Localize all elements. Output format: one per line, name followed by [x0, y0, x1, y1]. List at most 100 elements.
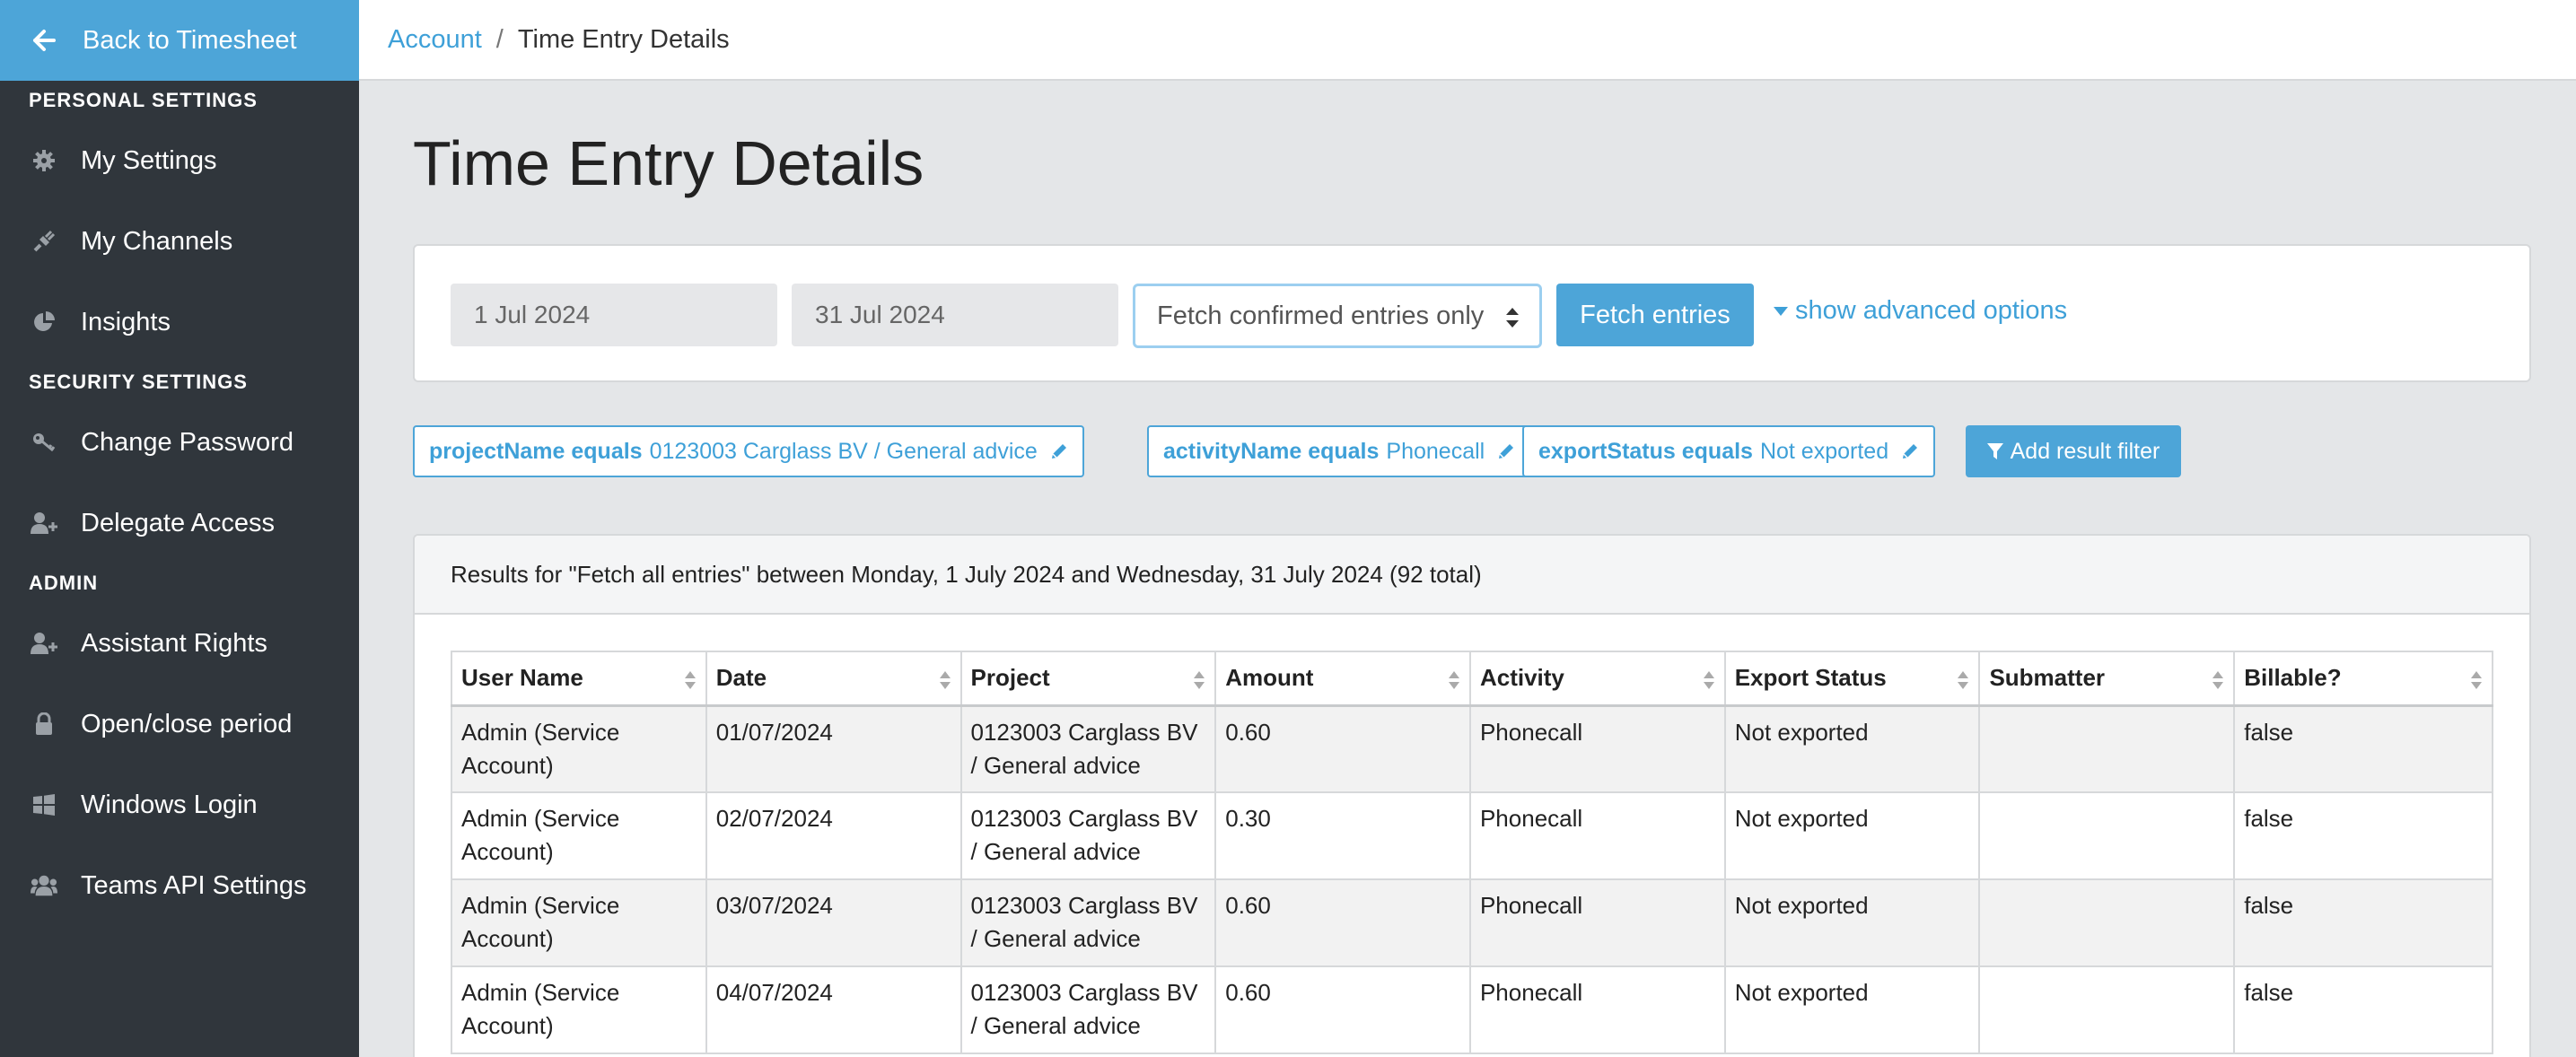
filter-icon: [1986, 442, 2003, 460]
gear-icon: [31, 147, 57, 174]
breadcrumb-separator: /: [495, 24, 504, 54]
column-header-user-name[interactable]: User Name: [451, 651, 707, 707]
section-title-personal: PERSONAL SETTINGS: [29, 89, 258, 111]
back-to-timesheet-button[interactable]: Back to Timesheet: [0, 0, 359, 81]
cell-export-status: Not exported: [1723, 965, 1981, 1054]
sort-icon: [1703, 668, 1715, 696]
column-header-project[interactable]: Project: [959, 651, 1217, 707]
table-row[interactable]: Admin (Service Account) 04/07/2024 01230…: [451, 965, 2493, 1054]
table-row[interactable]: Admin (Service Account) 02/07/2024 01230…: [451, 791, 2493, 880]
add-result-filter-label: Add result filter: [2010, 438, 2160, 464]
breadcrumb-current: Time Entry Details: [517, 24, 730, 54]
end-date-input[interactable]: 31 Jul 2024: [792, 284, 1118, 346]
section-title-security: SECURITY SETTINGS: [29, 371, 248, 393]
cell-activity: Phonecall: [1468, 791, 1726, 880]
sidebar: Back to Timesheet PERSONAL SETTINGS My S…: [0, 0, 359, 1057]
results-summary: Results for "Fetch all entries" between …: [415, 536, 2529, 615]
sidebar-item-teams-api-settings[interactable]: Teams API Settings: [0, 845, 359, 926]
advanced-options-label: show advanced options: [1795, 296, 2068, 325]
cell-date: 01/07/2024: [705, 704, 962, 793]
sidebar-item-label: My Channels: [81, 226, 233, 256]
sidebar-item-my-channels[interactable]: My Channels: [0, 201, 359, 282]
pencil-icon[interactable]: [1497, 442, 1515, 460]
cell-billable: false: [2233, 878, 2493, 967]
page-title: Time Entry Details: [413, 128, 924, 198]
pencil-icon[interactable]: [1901, 442, 1919, 460]
windows-icon: [31, 791, 57, 818]
cell-project: 0123003 Carglass BV / General advice: [959, 791, 1217, 880]
cell-user: Admin (Service Account): [451, 791, 707, 880]
sidebar-item-insights[interactable]: Insights: [0, 282, 359, 363]
caret-down-icon: [1774, 306, 1788, 316]
fetch-mode-value: Fetch confirmed entries only: [1157, 301, 1485, 330]
cell-submatter: [1978, 791, 2236, 880]
sidebar-item-change-password[interactable]: Change Password: [0, 402, 359, 483]
sidebar-item-open-close-period[interactable]: Open/close period: [0, 684, 359, 764]
filter-field: exportStatus equals: [1538, 438, 1753, 464]
sidebar-item-delegate-access[interactable]: Delegate Access: [0, 483, 359, 563]
back-to-timesheet-label: Back to Timesheet: [83, 25, 297, 55]
filter-value: Phonecall: [1386, 438, 1485, 464]
column-label: Billable?: [2244, 664, 2342, 692]
sidebar-item-label: Assistant Rights: [81, 628, 267, 658]
sort-icon: [1957, 668, 1969, 696]
sidebar-item-label: Open/close period: [81, 709, 293, 738]
breadcrumb: Account / Time Entry Details: [359, 0, 2576, 81]
table-row[interactable]: Admin (Service Account) 01/07/2024 01230…: [451, 704, 2493, 793]
column-header-submatter[interactable]: Submatter: [1978, 651, 2236, 707]
user-plus-icon: [31, 510, 57, 537]
cell-activity: Phonecall: [1468, 965, 1726, 1054]
cell-project: 0123003 Carglass BV / General advice: [959, 704, 1217, 793]
sort-icon: [684, 668, 697, 696]
column-header-billable[interactable]: Billable?: [2233, 651, 2493, 707]
cell-export-status: Not exported: [1723, 791, 1981, 880]
cell-date: 02/07/2024: [705, 791, 962, 880]
cell-activity: Phonecall: [1468, 878, 1726, 967]
user-plus-icon: [31, 630, 57, 657]
add-result-filter-button[interactable]: Add result filter: [1966, 425, 2181, 477]
cell-amount: 0.60: [1214, 965, 1471, 1054]
column-header-date[interactable]: Date: [705, 651, 962, 707]
start-date-input[interactable]: 1 Jul 2024: [451, 284, 777, 346]
sort-icon: [2212, 668, 2224, 696]
cell-date: 03/07/2024: [705, 878, 962, 967]
result-filter-chip-export-status[interactable]: exportStatus equals Not exported: [1522, 425, 1936, 477]
column-label: Export Status: [1734, 664, 1887, 692]
column-header-export-status[interactable]: Export Status: [1723, 651, 1981, 707]
results-table: User Name Date Project Amount Activity E…: [451, 651, 2493, 1054]
sidebar-item-label: Change Password: [81, 427, 294, 457]
cell-submatter: [1978, 704, 2236, 793]
sort-icon: [2470, 668, 2483, 696]
column-header-amount[interactable]: Amount: [1214, 651, 1471, 707]
cell-user: Admin (Service Account): [451, 704, 707, 793]
select-arrows-icon: [1505, 306, 1520, 336]
result-filter-chip-activity[interactable]: activityName equals Phonecall: [1147, 425, 1532, 477]
pencil-icon[interactable]: [1050, 442, 1068, 460]
fetch-entries-button[interactable]: Fetch entries: [1556, 284, 1754, 346]
cell-export-status: Not exported: [1723, 878, 1981, 967]
cell-billable: false: [2233, 791, 2493, 880]
fetch-filter-card: 1 Jul 2024 31 Jul 2024 Fetch confirmed e…: [413, 244, 2531, 382]
cell-export-status: Not exported: [1723, 704, 1981, 793]
cell-billable: false: [2233, 965, 2493, 1054]
cell-billable: false: [2233, 704, 2493, 793]
results-card: Results for "Fetch all entries" between …: [413, 534, 2531, 1057]
sidebar-item-assistant-rights[interactable]: Assistant Rights: [0, 603, 359, 684]
column-label: Submatter: [1989, 664, 2106, 692]
table-row[interactable]: Admin (Service Account) 03/07/2024 01230…: [451, 878, 2493, 967]
breadcrumb-account-link[interactable]: Account: [388, 25, 482, 55]
filter-value: Not exported: [1759, 438, 1889, 464]
arrow-left-icon: [32, 28, 57, 53]
sort-icon: [939, 668, 951, 696]
users-icon: [31, 872, 57, 899]
sidebar-item-my-settings[interactable]: My Settings: [0, 120, 359, 201]
result-filter-chip-project[interactable]: projectName equals 0123003 Carglass BV /…: [413, 425, 1084, 477]
sidebar-item-windows-login[interactable]: Windows Login: [0, 764, 359, 845]
key-icon: [31, 429, 57, 456]
plug-icon: [31, 228, 57, 255]
column-header-activity[interactable]: Activity: [1468, 651, 1726, 707]
show-advanced-options-link[interactable]: show advanced options: [1774, 296, 2067, 326]
cell-user: Admin (Service Account): [451, 878, 707, 967]
fetch-mode-select[interactable]: Fetch confirmed entries only: [1133, 284, 1542, 348]
cell-submatter: [1978, 965, 2236, 1054]
